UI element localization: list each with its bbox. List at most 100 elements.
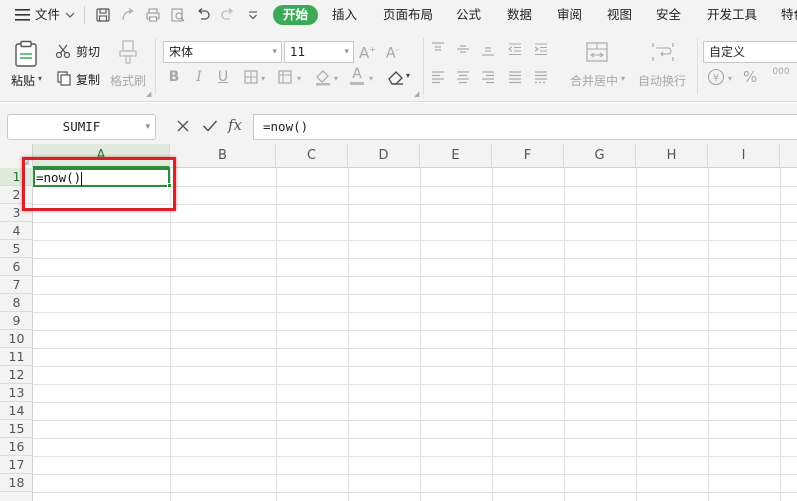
clipboard-launcher-icon[interactable]: ◢ xyxy=(146,90,151,98)
row-header[interactable]: 8 xyxy=(0,294,33,312)
cancel-icon[interactable] xyxy=(173,116,193,136)
chevron-down-icon[interactable]: ▾ xyxy=(406,71,410,80)
row-header[interactable]: 4 xyxy=(0,222,33,240)
print-icon[interactable] xyxy=(144,6,162,24)
column-header-c[interactable]: C xyxy=(276,144,348,168)
chevron-down-icon[interactable]: ▾ xyxy=(621,74,625,83)
print-preview-icon[interactable] xyxy=(169,6,187,24)
tab-home[interactable]: 开始 xyxy=(273,5,319,25)
tab-developer[interactable]: 开发工具 xyxy=(707,5,757,25)
format-painter-icon[interactable] xyxy=(117,40,139,64)
chevron-down-icon[interactable]: ▾ xyxy=(297,70,301,88)
insert-function-button[interactable]: fx xyxy=(228,116,242,134)
chevron-down-icon[interactable]: ▾ xyxy=(728,70,732,88)
formula-input[interactable]: =now() xyxy=(253,114,797,140)
customize-toolbar-icon[interactable] xyxy=(244,6,262,24)
wrap-text-button[interactable]: 自动换行 xyxy=(638,72,686,89)
column-header-g[interactable]: G xyxy=(564,144,636,168)
align-bottom-icon[interactable] xyxy=(480,41,496,57)
merge-center-button[interactable]: 合并居中 xyxy=(570,72,618,89)
column-header-d[interactable]: D xyxy=(348,144,420,168)
row-header[interactable]: 12 xyxy=(0,366,33,384)
row-header[interactable]: 5 xyxy=(0,240,33,258)
row-header[interactable]: 6 xyxy=(0,258,33,276)
percent-icon[interactable]: % xyxy=(743,68,757,86)
tab-view[interactable]: 视图 xyxy=(607,5,632,25)
save-icon[interactable] xyxy=(94,6,112,24)
tab-formulas[interactable]: 公式 xyxy=(456,5,481,25)
chevron-down-icon[interactable] xyxy=(63,0,77,30)
font-launcher-icon[interactable]: ◢ xyxy=(414,90,419,98)
column-header-e[interactable]: E xyxy=(420,144,492,168)
fill-color-icon[interactable] xyxy=(314,68,332,86)
paste-icon[interactable] xyxy=(14,40,40,68)
divider xyxy=(697,38,698,94)
column-header-b[interactable]: B xyxy=(170,144,276,168)
paste-button[interactable]: 粘贴 xyxy=(11,72,35,89)
column-header-f[interactable]: F xyxy=(492,144,564,168)
font-name-select[interactable]: 宋体 ▾ xyxy=(163,41,282,63)
eraser-icon[interactable] xyxy=(387,69,405,85)
justify-icon[interactable] xyxy=(507,69,523,85)
redo-icon[interactable] xyxy=(219,6,237,24)
number-format-select[interactable]: 自定义 xyxy=(703,41,797,63)
wrap-text-icon[interactable] xyxy=(651,41,675,63)
chevron-down-icon[interactable]: ▾ xyxy=(369,70,373,88)
align-middle-icon[interactable] xyxy=(455,41,471,57)
font-color-icon[interactable]: A xyxy=(350,66,364,85)
tab-page-layout[interactable]: 页面布局 xyxy=(383,5,433,25)
increase-indent-icon[interactable] xyxy=(533,41,549,57)
increase-font-icon[interactable]: A+ xyxy=(359,41,376,62)
tab-insert[interactable]: 插入 xyxy=(332,5,357,25)
row-header[interactable]: 9 xyxy=(0,312,33,330)
distributed-icon[interactable] xyxy=(533,69,549,85)
align-left-icon[interactable] xyxy=(430,69,446,85)
thousands-icon[interactable]: 000 xyxy=(770,67,792,77)
copy-icon[interactable] xyxy=(56,70,72,86)
currency-icon[interactable]: ¥ xyxy=(707,68,725,86)
row-header[interactable]: 13 xyxy=(0,384,33,402)
column-header-h[interactable]: H xyxy=(636,144,708,168)
border-icon[interactable] xyxy=(243,69,259,85)
confirm-icon[interactable] xyxy=(200,116,220,136)
chevron-down-icon: ▾ xyxy=(344,47,349,57)
row-header[interactable]: 10 xyxy=(0,330,33,348)
row-header[interactable]: 15 xyxy=(0,420,33,438)
align-right-icon[interactable] xyxy=(480,69,496,85)
chevron-down-icon[interactable]: ▾ xyxy=(334,70,338,88)
divider xyxy=(84,6,85,24)
row-header[interactable]: 18 xyxy=(0,474,33,492)
row-header[interactable]: 16 xyxy=(0,438,33,456)
copy-button[interactable]: 复制 xyxy=(76,71,100,88)
italic-icon[interactable]: I xyxy=(192,68,206,86)
cut-button[interactable]: 剪切 xyxy=(76,43,100,60)
name-box[interactable]: SUMIF ▾ xyxy=(7,114,156,140)
tab-data[interactable]: 数据 xyxy=(507,5,532,25)
hamburger-menu-icon[interactable] xyxy=(12,0,32,30)
decrease-indent-icon[interactable] xyxy=(507,41,523,57)
bold-icon[interactable]: B xyxy=(167,68,181,86)
undo-icon[interactable] xyxy=(194,6,212,24)
row-header[interactable]: 11 xyxy=(0,348,33,366)
tab-special[interactable]: 特色 xyxy=(781,5,797,25)
tab-security[interactable]: 安全 xyxy=(656,5,681,25)
decrease-font-icon[interactable]: A- xyxy=(386,41,398,63)
row-header[interactable]: 7 xyxy=(0,276,33,294)
merge-center-icon[interactable] xyxy=(585,41,609,63)
cell-area[interactable]: =now() xyxy=(33,168,797,501)
align-top-icon[interactable] xyxy=(430,41,446,57)
scissors-icon[interactable] xyxy=(55,43,71,59)
column-header-i[interactable]: I xyxy=(708,144,780,168)
chevron-down-icon[interactable]: ▾ xyxy=(261,70,265,88)
underline-icon[interactable]: U xyxy=(216,68,230,86)
font-size-select[interactable]: 11 ▾ xyxy=(284,41,354,63)
tab-review[interactable]: 审阅 xyxy=(557,5,582,25)
output-icon[interactable] xyxy=(119,6,137,24)
paste-dropdown-icon[interactable]: ▾ xyxy=(38,74,42,83)
align-center-icon[interactable] xyxy=(455,69,471,85)
cell-style-icon[interactable] xyxy=(277,69,295,85)
row-header[interactable]: 17 xyxy=(0,456,33,474)
format-painter-button[interactable]: 格式刷 xyxy=(110,72,146,89)
file-menu[interactable]: 文件 xyxy=(35,5,60,25)
row-header[interactable]: 14 xyxy=(0,402,33,420)
